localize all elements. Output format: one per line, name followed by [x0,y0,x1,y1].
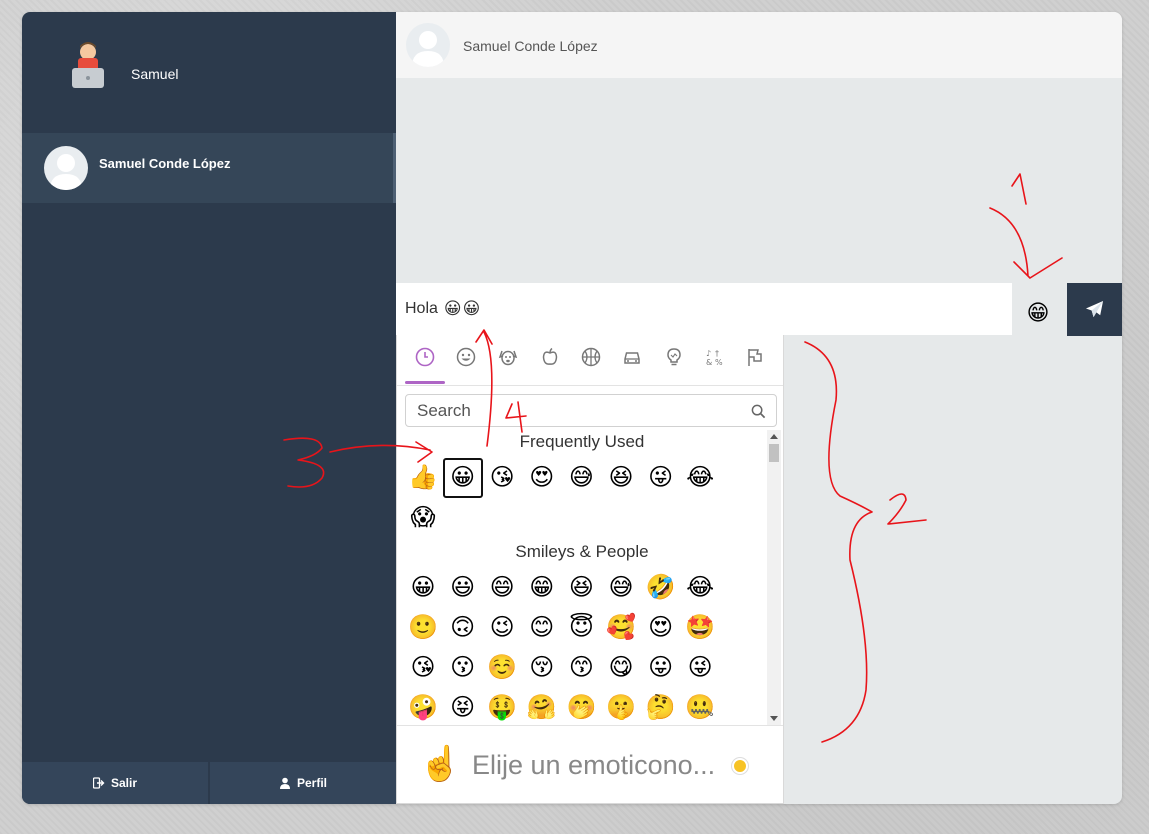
emoji-item[interactable]: 😂 [680,458,720,498]
emoji-search [405,394,777,427]
svg-text:♪: ♪ [706,349,711,358]
emoji-item[interactable]: 😇 [561,608,601,648]
emoji-item[interactable]: 😄 [482,568,522,608]
scroll-up-arrow-icon[interactable] [770,434,778,439]
user-profile: Samuel [22,12,396,132]
scroll-down-arrow-icon[interactable] [770,716,778,721]
contact-name: Samuel Conde López [99,156,231,171]
emoji-item[interactable]: 😍 [641,608,681,648]
emoji-item[interactable]: 😂 [680,568,720,608]
logout-button[interactable]: Salir [22,762,208,804]
sidebar: Samuel Samuel Conde López Salir Perfil [22,12,396,804]
emoji-item[interactable]: 😆 [601,458,641,498]
emoji-item[interactable]: ☺️ [482,648,522,688]
emoji-picker-button[interactable]: 😁 [1018,293,1058,333]
chat-app: Samuel Samuel Conde López Salir Perfil S… [22,12,1122,804]
message-text: Hola [405,300,438,317]
picker-scrollbar[interactable] [767,430,781,725]
emoji-item[interactable]: 😆 [561,568,601,608]
emoji-item[interactable]: 🙂 [403,608,443,648]
emoji-item[interactable]: 🤔 [641,688,681,725]
lightbulb-icon[interactable] [662,345,686,369]
message-emojis: 😀😀 [443,299,482,318]
emoji-item[interactable]: 😀 [442,458,483,498]
search-icon [751,404,766,419]
emoji-item[interactable]: 🤐 [680,688,720,725]
emoji-item[interactable]: 😘 [482,458,522,498]
emoji-item[interactable]: 🤫 [601,688,641,725]
profile-button[interactable]: Perfil [210,762,396,804]
emoji-item[interactable]: 🤗 [522,688,562,725]
symbols-icon[interactable]: ♪ † &% [703,345,727,369]
emoji-item[interactable]: 😱 [403,498,443,538]
preview-text: Elije un emoticono... [472,750,716,780]
skin-tone-selector[interactable] [732,758,748,774]
emoji-search-input[interactable] [406,395,736,426]
emoji-item[interactable]: 😛 [641,648,681,688]
chat-header: Samuel Conde López [396,12,1122,78]
clock-icon[interactable] [413,345,437,369]
send-button[interactable] [1067,283,1122,336]
emoji-item[interactable]: 😘 [403,648,443,688]
basketball-icon[interactable] [579,345,603,369]
sidebar-footer: Salir Perfil [22,762,396,804]
emoji-item[interactable]: 😃 [443,568,483,608]
emoji-item[interactable]: 🤣 [641,568,681,608]
emoji-item[interactable]: 😚 [522,648,562,688]
emoji-item[interactable]: 😋 [601,648,641,688]
emoji-item[interactable]: 🙃 [443,608,483,648]
emoji-item[interactable]: 😀 [403,568,443,608]
emoji-item[interactable]: 😜 [680,648,720,688]
picker-category-tabs: ♪ † &% [397,335,783,386]
emoji-item[interactable]: 😅 [601,568,641,608]
apple-icon[interactable] [538,345,562,369]
emoji-item[interactable]: 😅 [561,458,601,498]
emoji-item[interactable]: 😗 [443,648,483,688]
sign-out-icon [92,777,105,789]
user-avatar-icon [68,40,108,92]
car-icon[interactable] [620,345,644,369]
message-input[interactable]: Hola 😀😀 [396,283,1012,335]
emoji-item[interactable]: 👍 [403,458,443,498]
chat-title: Samuel Conde López [463,38,598,54]
svg-text:%: % [715,358,723,367]
preview-pointing-up-icon: ☝️ [419,745,462,783]
category-title-smileys: Smileys & People [515,542,649,561]
emoji-item[interactable]: 😉 [482,608,522,648]
emoji-item[interactable]: 😊 [522,608,562,648]
user-icon [279,777,290,789]
user-name: Samuel [131,66,179,82]
logout-label: Salir [110,776,137,790]
emoji-item[interactable]: 🤭 [561,688,601,725]
emoji-picker: ♪†&% Frequently Used Smileys & People 👍😀… [396,335,784,804]
emoji-item[interactable]: 🤪 [403,688,443,725]
flags-icon[interactable] [744,345,768,369]
contact-avatar-icon [44,146,88,190]
contact-item[interactable]: Samuel Conde López [22,133,396,203]
emoji-item[interactable]: 😝 [443,688,483,725]
emoji-item[interactable]: 😁 [522,568,562,608]
smiley-icon[interactable] [454,345,478,369]
scroll-thumb[interactable] [769,444,779,462]
profile-label: Perfil [296,776,327,790]
paper-plane-icon [1085,300,1104,318]
emoji-item[interactable]: 🤩 [680,608,720,648]
emoji-item[interactable]: 😍 [522,458,562,498]
emoji-item[interactable]: 😙 [561,648,601,688]
category-title-frequent: Frequently Used [519,432,645,451]
emoji-list[interactable]: Frequently Used Smileys & People 👍 😀 😘 😍 😅 😆 😜… [397,430,783,725]
emoji-preview: ☝️ Elije un emoticono... [397,725,783,803]
active-tab-indicator [405,381,445,384]
chat-avatar-icon [406,23,450,67]
emoji-item[interactable]: 😜 [641,458,681,498]
svg-text:†: † [715,349,719,358]
emoji-item[interactable]: 🥰 [601,608,641,648]
dog-icon[interactable] [496,345,520,369]
svg-text:&: & [706,358,712,367]
emoji-item[interactable]: 🤑 [482,688,522,725]
